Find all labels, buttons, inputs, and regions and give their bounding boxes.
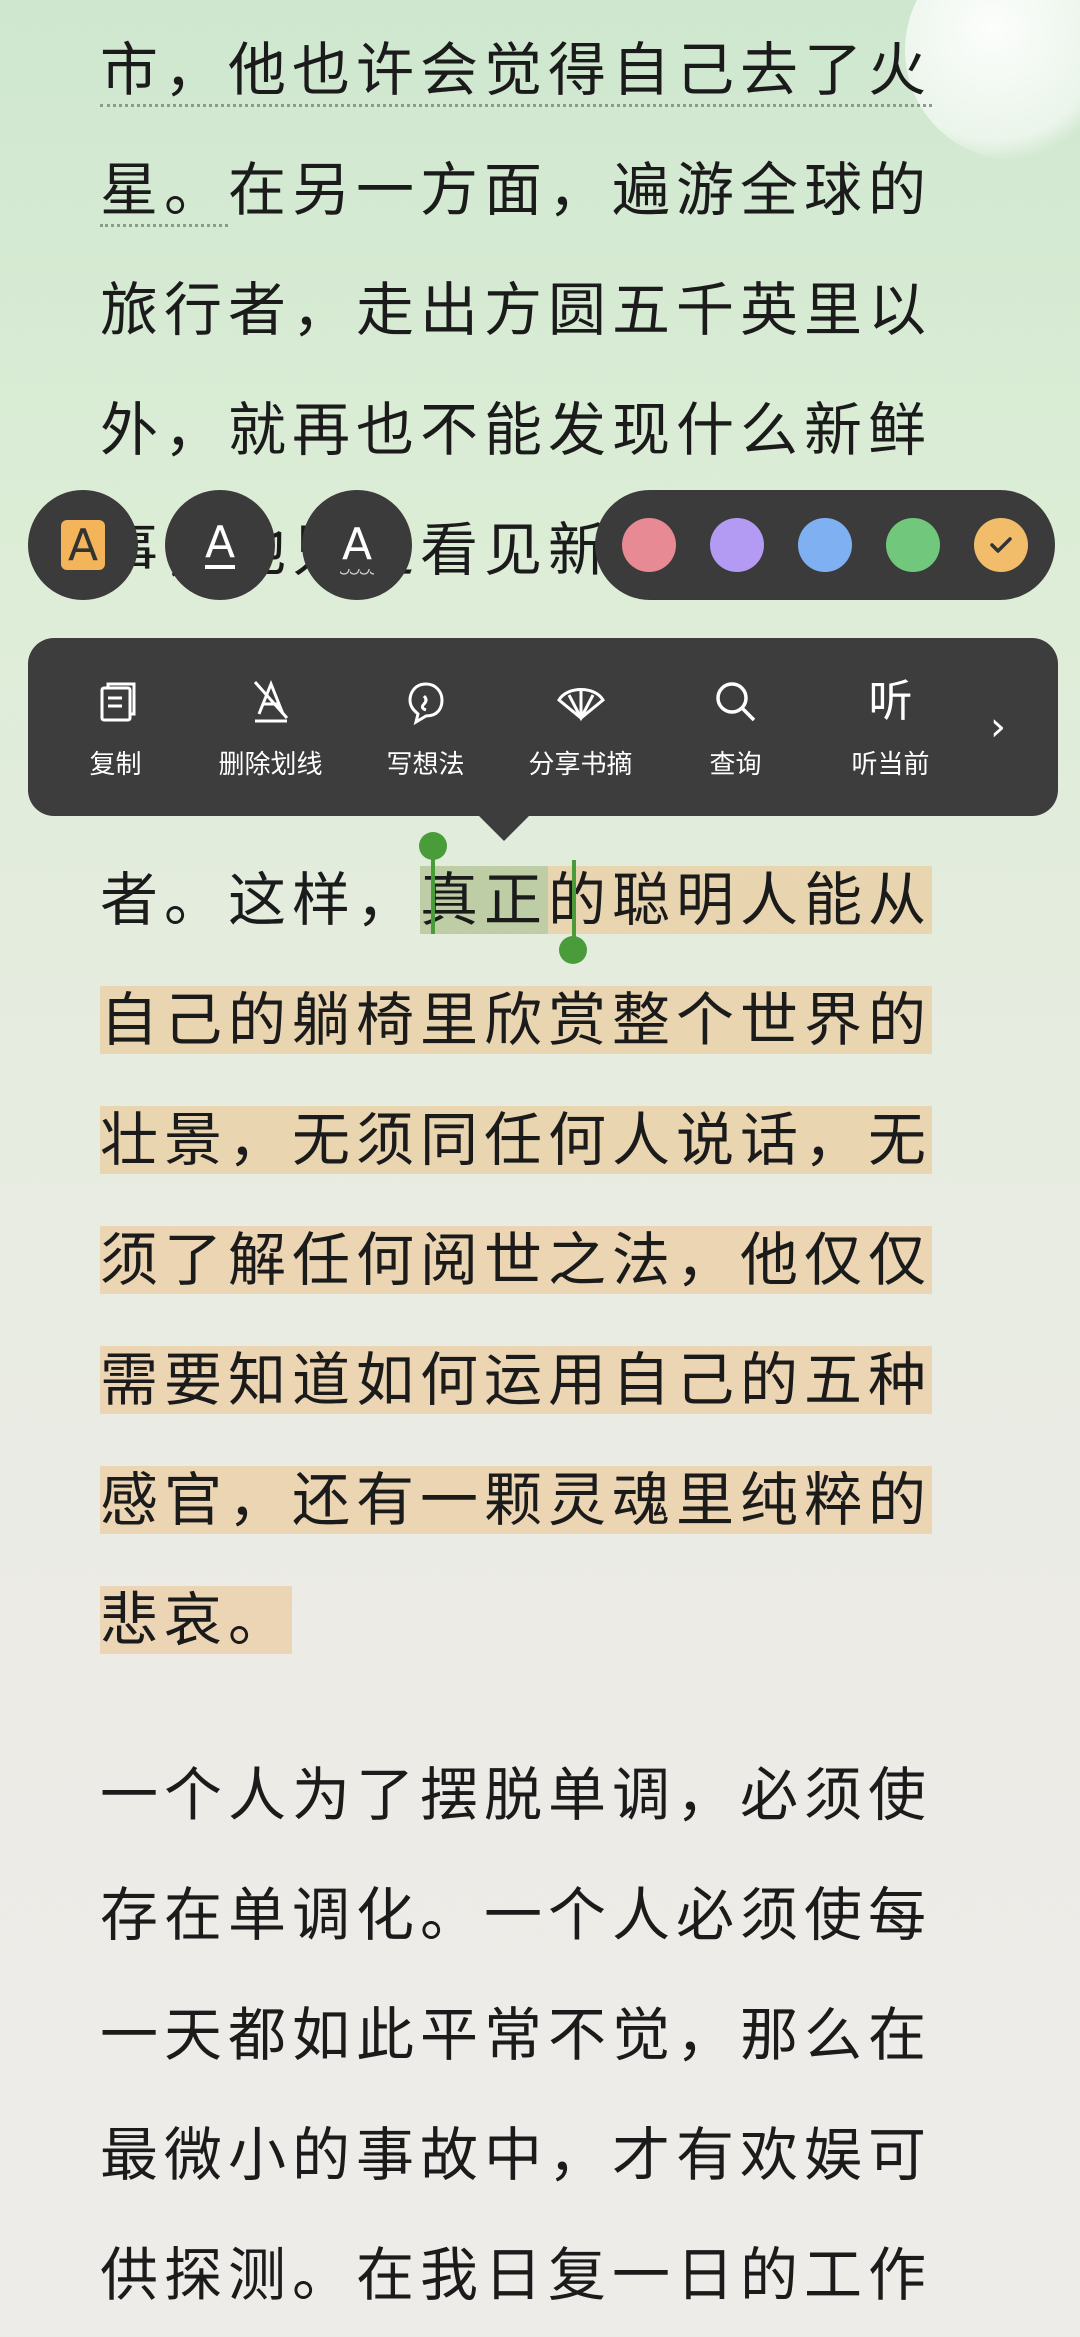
highlighted-text: 悲哀。 <box>100 1586 293 1654</box>
highlighted-text: 需要知道如何运用自己的五种 <box>100 1346 933 1414</box>
highlight-color-bar <box>595 490 1055 600</box>
lookup-button[interactable]: 查询 <box>658 657 813 797</box>
selection-start-line <box>431 852 435 934</box>
text-line[interactable]: 一天都如此平常不觉，那么在 <box>100 1995 980 2075</box>
text-line[interactable]: 感官，还有一颗灵魂里纯粹的 <box>100 1460 980 1540</box>
selection-action-menu: 复制 删除划线 写想法 分享书摘 查询 听 听当前 › <box>28 638 1058 816</box>
text-segment: 星。 <box>100 156 229 227</box>
text-segment: 市，他也许会觉得自己去了火 <box>100 36 933 107</box>
text-line[interactable]: 市，他也许会觉得自己去了火 <box>100 30 980 110</box>
text-segment: 者。这样， <box>100 866 421 934</box>
text-line[interactable]: 外，就再也不能发现什么新鲜 <box>100 390 980 470</box>
listen-from-here-button[interactable]: 听 听当前 <box>813 657 968 797</box>
text-segment: 存在单调化。一个人必须使每 <box>100 1881 933 1949</box>
selection-end-handle[interactable] <box>559 936 587 964</box>
text-segment: 供探测。在我日复一日的工作 <box>100 2241 933 2309</box>
selected-text: 真正 <box>420 866 549 934</box>
color-swatch-green[interactable] <box>886 518 940 572</box>
color-swatch-orange[interactable] <box>974 518 1028 572</box>
text-line[interactable]: 存在单调化。一个人必须使每 <box>100 1875 980 1955</box>
text-line[interactable]: 悲哀。 <box>100 1580 980 1660</box>
underline-style-button[interactable]: A <box>165 490 275 600</box>
highlighted-text: 自己的躺椅里欣赏整个世界的 <box>100 986 933 1054</box>
text-line[interactable]: 需要知道如何运用自己的五种 <box>100 1340 980 1420</box>
text-line[interactable]: 一个人为了摆脱单调，必须使 <box>100 1755 980 1835</box>
erase-underline-icon <box>253 679 288 722</box>
delete-underline-button[interactable]: 删除划线 <box>193 657 348 797</box>
text-line[interactable]: 自己的躺椅里欣赏整个世界的 <box>100 980 980 1060</box>
checkmark-icon <box>990 537 1012 553</box>
color-swatch-purple[interactable] <box>710 518 764 572</box>
menu-pointer <box>478 815 530 841</box>
text-line[interactable]: 最微小的事故中，才有欢娱可 <box>100 2115 980 2195</box>
copy-icon <box>100 682 135 721</box>
highlight-style-button[interactable]: A <box>28 490 138 600</box>
fan-share-icon <box>556 687 605 721</box>
highlighted-text: 的聪明人能从 <box>548 866 933 934</box>
text-segment: 外，就再也不能发现什么新鲜 <box>100 396 933 464</box>
text-line[interactable]: 星。在另一方面，遍游全球的 <box>100 150 980 230</box>
text-segment: 旅行者，走出方圆五千英里以 <box>100 276 933 344</box>
thought-bubble-icon <box>407 681 444 725</box>
text-line[interactable]: 者。这样，真正的聪明人能从 <box>100 860 980 940</box>
listen-icon: 听 <box>868 675 913 727</box>
wavy-underline-style-button[interactable]: A <box>302 490 412 600</box>
text-line[interactable]: 供探测。在我日复一日的工作 <box>100 2235 980 2315</box>
highlighted-text: 须了解任何阅世之法，他仅仅 <box>100 1226 933 1294</box>
highlighted-text: 感官，还有一颗灵魂里纯粹的 <box>100 1466 933 1534</box>
more-actions-chevron-icon[interactable]: › <box>968 657 1028 797</box>
selection-end-line <box>572 860 576 940</box>
share-excerpt-button[interactable]: 分享书摘 <box>503 657 658 797</box>
copy-button[interactable]: 复制 <box>38 657 193 797</box>
text-segment: 一天都如此平常不觉，那么在 <box>100 2001 933 2069</box>
text-segment: 在另一方面，遍游全球的 <box>228 156 933 224</box>
search-icon <box>715 681 755 721</box>
wavy-underline-a-icon: A <box>339 519 375 577</box>
color-swatch-red[interactable] <box>622 518 676 572</box>
color-swatch-blue[interactable] <box>798 518 852 572</box>
text-line[interactable]: 壮景，无须同任何人说话，无 <box>100 1100 980 1180</box>
text-segment: 最微小的事故中，才有欢娱可 <box>100 2121 933 2189</box>
text-line[interactable]: 须了解任何阅世之法，他仅仅 <box>100 1220 980 1300</box>
write-thought-button[interactable]: 写想法 <box>348 657 503 797</box>
highlighted-text: 壮景，无须同任何人说话，无 <box>100 1106 933 1174</box>
highlight-a-icon: A <box>61 520 105 571</box>
underline-a-icon: A <box>204 517 236 569</box>
text-line[interactable]: 旅行者，走出方圆五千英里以 <box>100 270 980 350</box>
text-segment: 一个人为了摆脱单调，必须使 <box>100 1761 933 1829</box>
